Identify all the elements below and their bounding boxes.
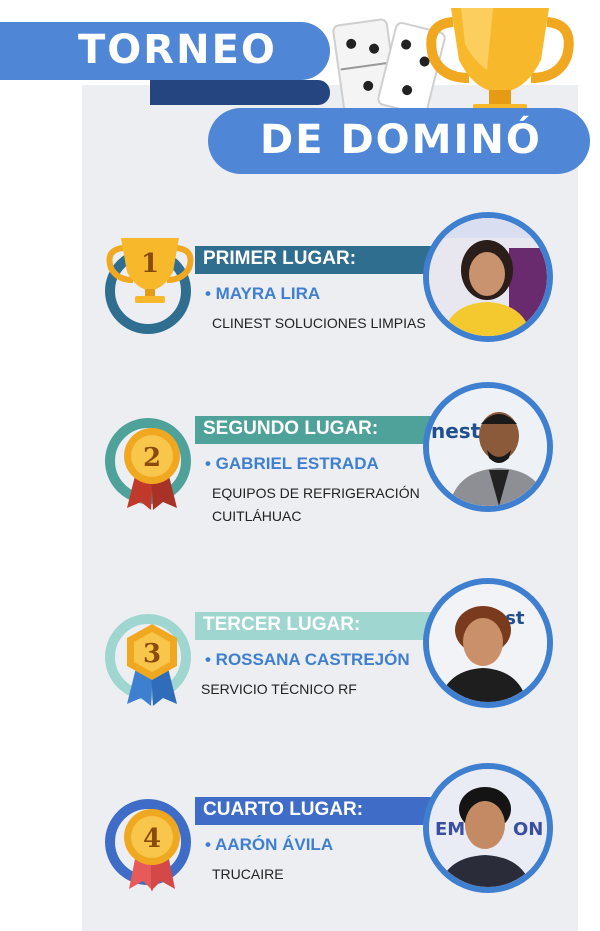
- winner-company: TRUCAIRE: [212, 866, 284, 882]
- title-line-1: TORNEO: [78, 27, 277, 73]
- person-photo: [429, 218, 547, 336]
- svg-text:EM: EM: [435, 819, 465, 840]
- svg-text:ON: ON: [513, 819, 543, 840]
- person-photo: est: [429, 584, 547, 702]
- banner-shadow: [150, 80, 330, 105]
- winner-company: CLINEST SOLUCIONES LIMPIAS: [212, 315, 426, 331]
- place-title: CUARTO LUGAR:: [203, 799, 364, 820]
- winner-name: • MAYRA LIRA: [205, 284, 321, 303]
- winner-name: • AARÓN ÁVILA: [205, 835, 334, 854]
- place-title: SEGUNDO LUGAR:: [203, 418, 379, 439]
- svg-text:4: 4: [143, 824, 161, 854]
- winner-company: EQUIPOS DE REFRIGERACIÓN CUITLÁHUAC: [212, 485, 420, 524]
- svg-text:3: 3: [143, 639, 161, 669]
- svg-text:2: 2: [143, 443, 161, 473]
- trophy-icon: [426, 8, 574, 115]
- winner-name: • GABRIEL ESTRADA: [205, 454, 379, 473]
- medal-icon: 2: [124, 428, 180, 510]
- medal-icon: 4: [124, 809, 180, 891]
- place-title: PRIMER LUGAR:: [203, 248, 357, 269]
- winner-photo: EM ON: [423, 763, 553, 893]
- svg-text:1: 1: [141, 249, 159, 279]
- winner-photo: est: [423, 578, 553, 708]
- title-banner-top: TORNEO: [0, 22, 330, 80]
- place-title: TERCER LUGAR:: [203, 614, 361, 635]
- winner-company: SERVICIO TÉCNICO RF: [201, 681, 357, 697]
- winner-name: • ROSSANA CASTREJÓN: [205, 650, 410, 669]
- winner-photo: nest: [423, 382, 553, 512]
- medal-icon: 3: [127, 624, 177, 706]
- trophy-icon: 1: [106, 238, 194, 303]
- winner-photo: [423, 212, 553, 342]
- svg-text:nest: nest: [431, 419, 481, 443]
- person-photo: nest: [429, 388, 547, 506]
- title-banner-bottom: DE DOMINÓ: [208, 108, 590, 174]
- title-line-2: DE DOMINÓ: [260, 117, 542, 163]
- person-photo: EM ON: [429, 769, 547, 887]
